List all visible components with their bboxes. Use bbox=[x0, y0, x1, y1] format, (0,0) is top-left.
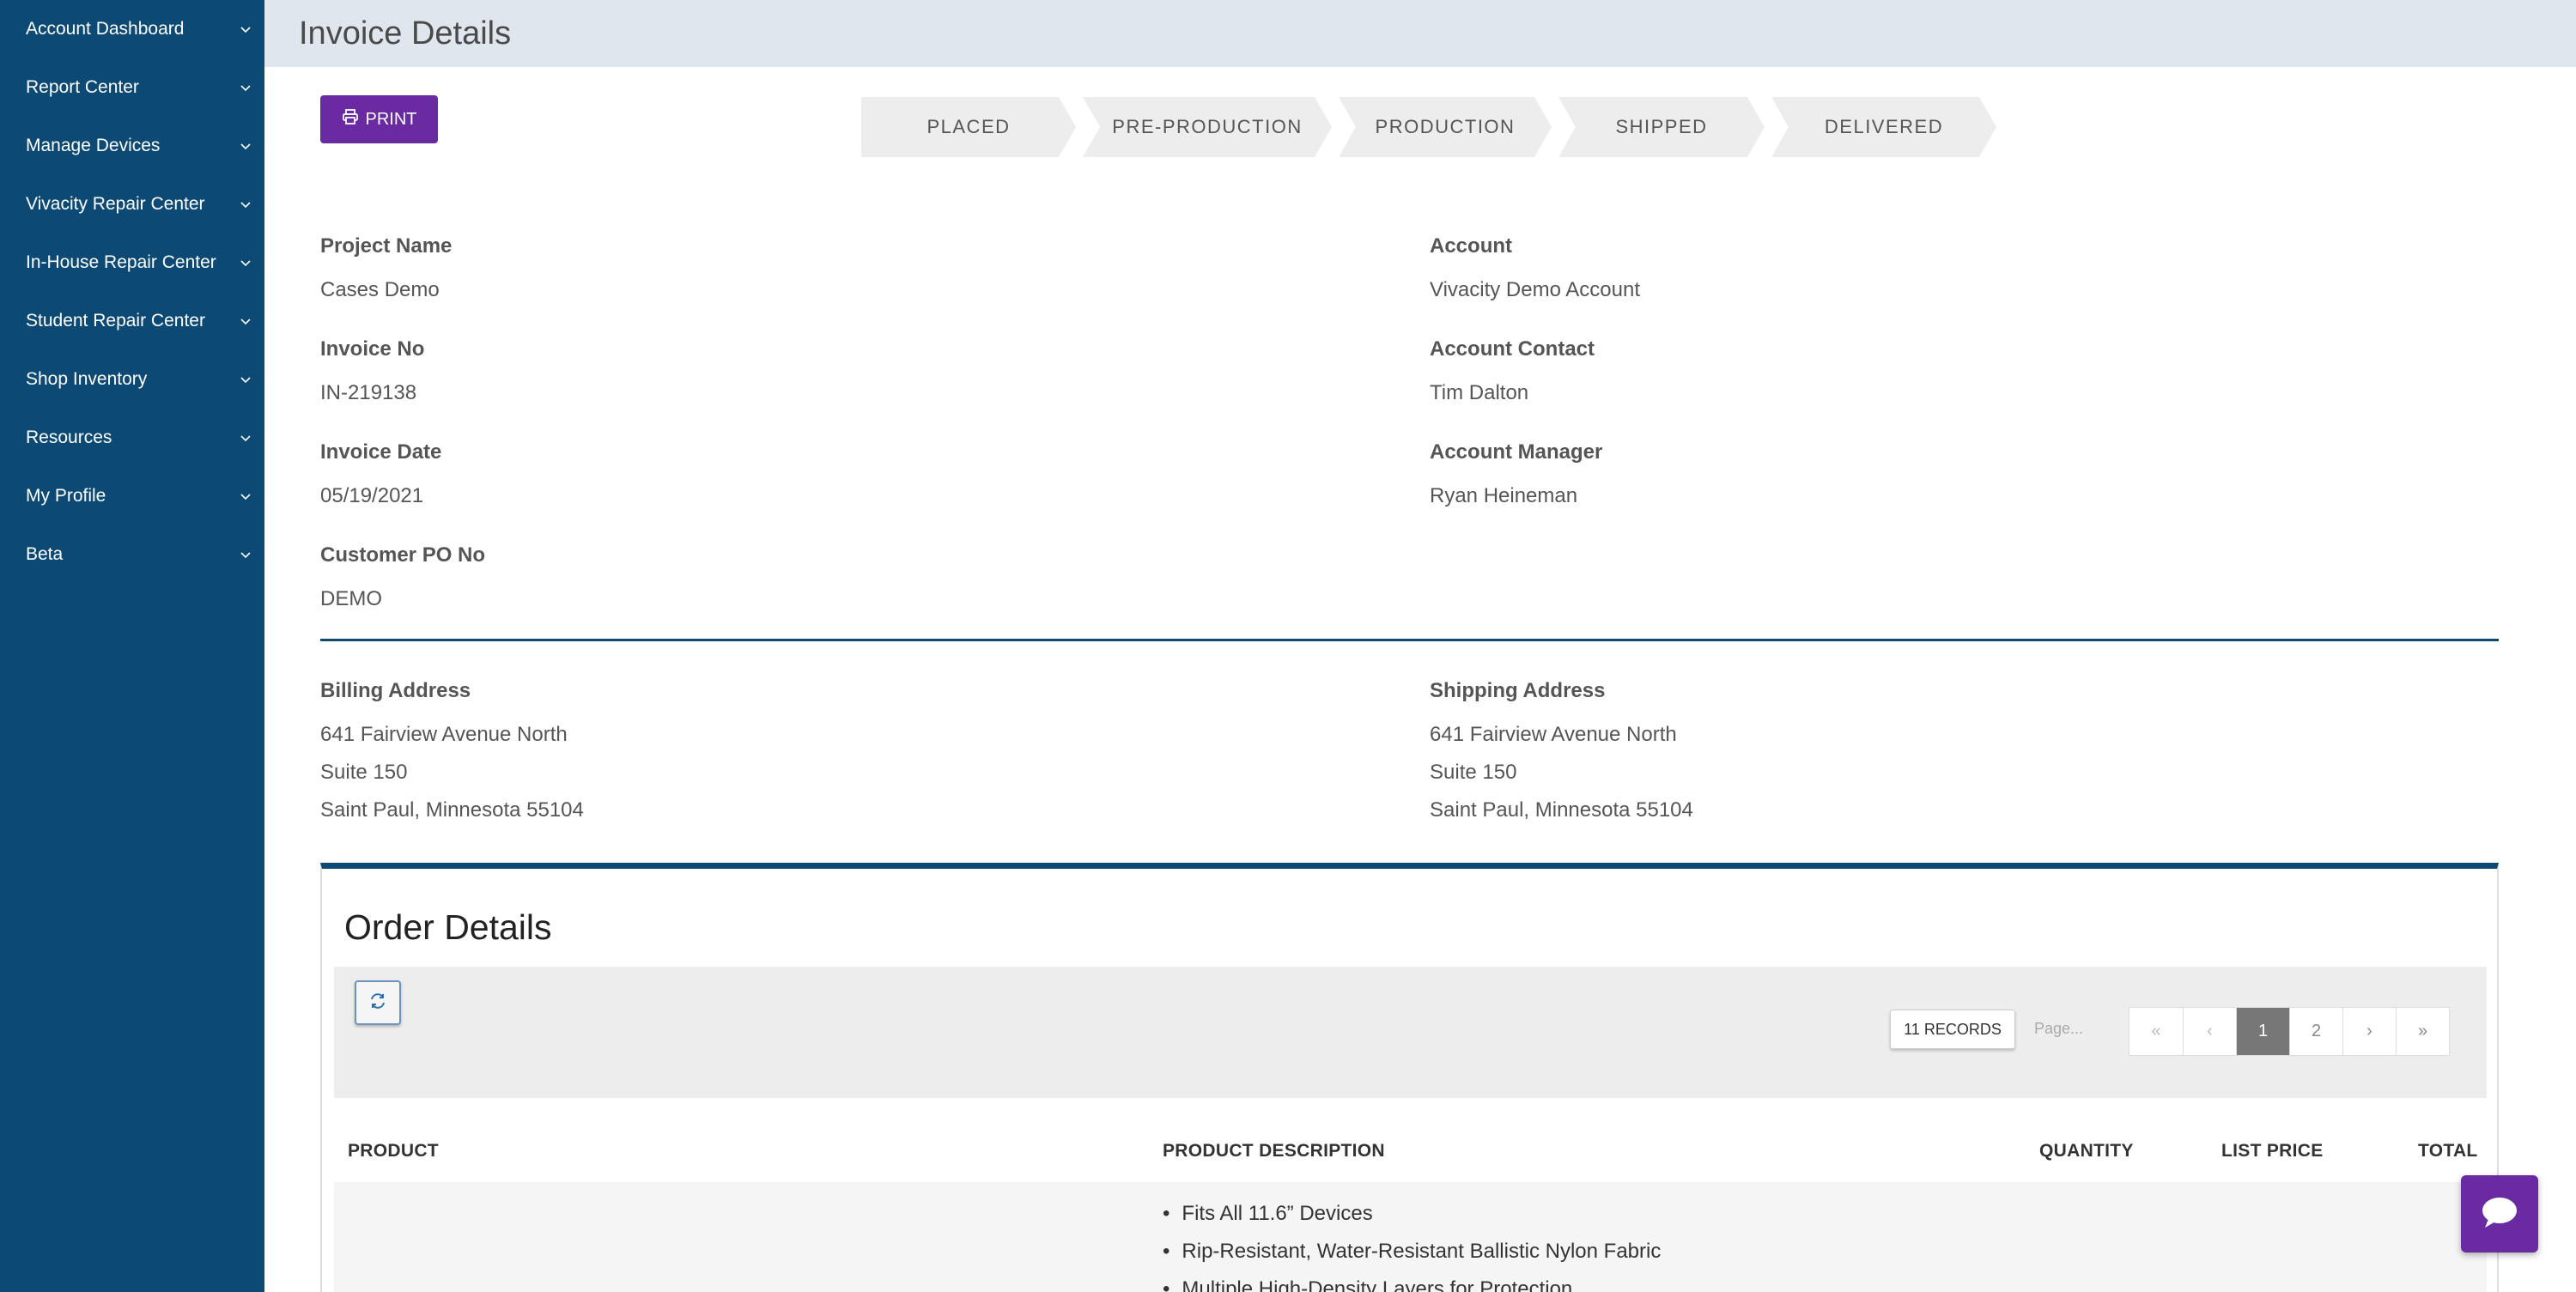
print-label: PRINT bbox=[365, 109, 417, 129]
shipping-address-line3: Saint Paul, Minnesota 55104 bbox=[1430, 798, 1693, 822]
records-count-button[interactable]: 11 RECORDS bbox=[1890, 1010, 2015, 1049]
account-contact-label: Account Contact bbox=[1430, 337, 1595, 361]
sidebar-item-label: Report Center bbox=[26, 77, 139, 97]
invoice-date-label: Invoice Date bbox=[320, 440, 442, 464]
sidebar-item-beta[interactable]: Beta bbox=[0, 525, 264, 584]
customer-po-label: Customer PO No bbox=[320, 543, 486, 567]
sidebar-item-student-repair-center[interactable]: Student Repair Center bbox=[0, 292, 264, 350]
sidebar-item-label: Vivacity Repair Center bbox=[26, 194, 205, 214]
pagination: « ‹ 1 2 › » bbox=[2129, 1007, 2450, 1056]
sidebar-item-account-dashboard[interactable]: Account Dashboard bbox=[0, 0, 264, 58]
sidebar-item-label: Shop Inventory bbox=[26, 369, 148, 389]
sidebar-item-label: In-House Repair Center bbox=[26, 252, 216, 272]
column-header-total[interactable]: TOTAL bbox=[2418, 1141, 2478, 1162]
sidebar: Account Dashboard Report Center Manage D… bbox=[0, 0, 264, 1292]
sidebar-item-shop-inventory[interactable]: Shop Inventory bbox=[0, 350, 264, 409]
project-name-value: Cases Demo bbox=[320, 278, 440, 301]
chat-icon bbox=[2480, 1195, 2519, 1234]
sidebar-item-label: Manage Devices bbox=[26, 136, 161, 155]
sidebar-item-label: Account Dashboard bbox=[26, 19, 185, 39]
pager-last[interactable]: » bbox=[2396, 1008, 2449, 1055]
billing-address-line3: Saint Paul, Minnesota 55104 bbox=[320, 798, 584, 822]
print-icon bbox=[342, 108, 359, 130]
account-manager-value: Ryan Heineman bbox=[1430, 484, 1578, 507]
step-shipped: SHIPPED bbox=[1558, 97, 1765, 157]
account-value: Vivacity Demo Account bbox=[1430, 278, 1641, 301]
sidebar-item-label: Resources bbox=[26, 428, 112, 447]
pager-page-2[interactable]: 2 bbox=[2289, 1008, 2342, 1055]
step-placed: PLACED bbox=[861, 97, 1076, 157]
chevron-down-icon bbox=[239, 489, 252, 503]
chevron-down-icon bbox=[239, 197, 252, 211]
page-title: Invoice Details bbox=[299, 15, 512, 52]
step-delivered: DELIVERED bbox=[1771, 97, 1996, 157]
pager-page-1[interactable]: 1 bbox=[2236, 1008, 2289, 1055]
chevron-down-icon bbox=[239, 22, 252, 36]
sidebar-item-manage-devices[interactable]: Manage Devices bbox=[0, 117, 264, 175]
grid-toolbar: 11 RECORDS Page... « ‹ 1 2 › » bbox=[334, 967, 2487, 1098]
pager-first[interactable]: « bbox=[2129, 1008, 2183, 1055]
sidebar-item-label: Beta bbox=[26, 544, 64, 564]
page-input[interactable]: Page... bbox=[2034, 1020, 2083, 1038]
column-header-list-price[interactable]: LIST PRICE bbox=[2221, 1141, 2324, 1162]
billing-address-label: Billing Address bbox=[320, 679, 471, 702]
sidebar-item-resources[interactable]: Resources bbox=[0, 409, 264, 467]
section-divider bbox=[320, 639, 2499, 641]
step-pre-production: PRE-PRODUCTION bbox=[1083, 97, 1332, 157]
column-header-product[interactable]: PRODUCT bbox=[348, 1141, 439, 1162]
print-button[interactable]: PRINT bbox=[320, 95, 438, 143]
chat-button[interactable] bbox=[2461, 1175, 2538, 1253]
refresh-button[interactable] bbox=[355, 980, 401, 1025]
sidebar-item-my-profile[interactable]: My Profile bbox=[0, 467, 264, 525]
pager-prev[interactable]: ‹ bbox=[2183, 1008, 2236, 1055]
billing-address-line1: 641 Fairview Avenue North bbox=[320, 723, 568, 746]
shipping-address-line1: 641 Fairview Avenue North bbox=[1430, 723, 1677, 746]
order-details-title: Order Details bbox=[344, 907, 552, 947]
order-details-panel: Order Details 11 RECORDS Page... « ‹ 1 2… bbox=[320, 863, 2499, 1292]
sidebar-item-label: Student Repair Center bbox=[26, 311, 205, 331]
chevron-down-icon bbox=[239, 431, 252, 445]
step-production: PRODUCTION bbox=[1339, 97, 1552, 157]
chevron-down-icon bbox=[239, 548, 252, 561]
chevron-down-icon bbox=[239, 139, 252, 153]
invoice-no-value: IN-219138 bbox=[320, 381, 417, 404]
account-contact-value: Tim Dalton bbox=[1430, 381, 1529, 404]
customer-po-value: DEMO bbox=[320, 587, 382, 610]
list-item: Rip-Resistant, Water-Resistant Ballistic… bbox=[1163, 1233, 1661, 1271]
shipping-address-label: Shipping Address bbox=[1430, 679, 1606, 702]
list-item: Multiple High-Density Layers for Protect… bbox=[1163, 1271, 1661, 1292]
order-status-steps: PLACED PRE-PRODUCTION PRODUCTION SHIPPED… bbox=[861, 97, 2003, 157]
invoice-date-value: 05/19/2021 bbox=[320, 484, 424, 507]
chevron-down-icon bbox=[239, 314, 252, 328]
sidebar-item-report-center[interactable]: Report Center bbox=[0, 58, 264, 117]
page-header: Invoice Details bbox=[264, 0, 2576, 67]
sidebar-item-vivacity-repair-center[interactable]: Vivacity Repair Center bbox=[0, 175, 264, 234]
account-label: Account bbox=[1430, 234, 1512, 258]
chevron-down-icon bbox=[239, 81, 252, 94]
column-header-quantity[interactable]: QUANTITY bbox=[2039, 1141, 2134, 1162]
refresh-icon bbox=[368, 992, 387, 1015]
column-header-description[interactable]: PRODUCT DESCRIPTION bbox=[1163, 1141, 1385, 1162]
chevron-down-icon bbox=[239, 256, 252, 270]
invoice-no-label: Invoice No bbox=[320, 337, 425, 361]
account-manager-label: Account Manager bbox=[1430, 440, 1603, 464]
project-name-label: Project Name bbox=[320, 234, 453, 258]
list-item: Fits All 11.6” Devices bbox=[1163, 1195, 1661, 1233]
billing-address-line2: Suite 150 bbox=[320, 761, 408, 784]
sidebar-item-in-house-repair-center[interactable]: In-House Repair Center bbox=[0, 234, 264, 292]
shipping-address-line2: Suite 150 bbox=[1430, 761, 1517, 784]
product-description-list: Fits All 11.6” Devices Rip-Resistant, Wa… bbox=[1163, 1195, 1661, 1292]
sidebar-item-label: My Profile bbox=[26, 486, 106, 506]
chevron-down-icon bbox=[239, 373, 252, 386]
pager-next[interactable]: › bbox=[2342, 1008, 2396, 1055]
